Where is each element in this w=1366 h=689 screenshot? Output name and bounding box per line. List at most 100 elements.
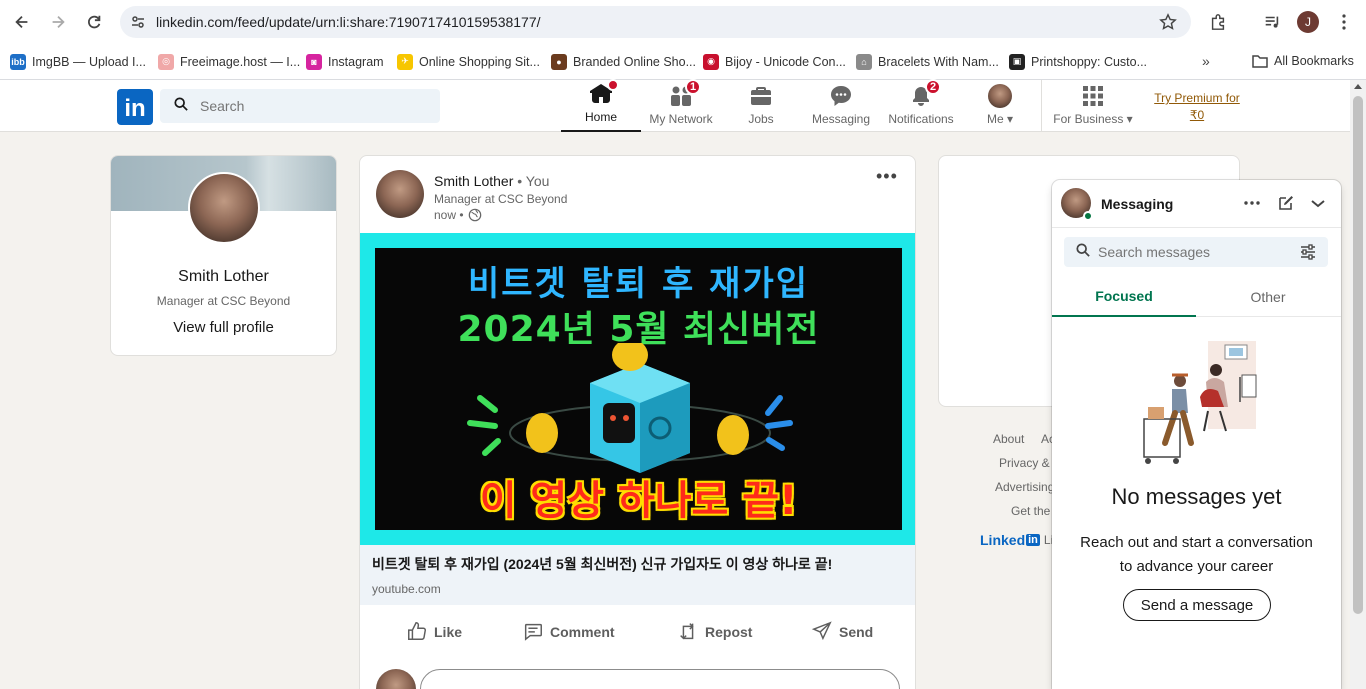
compose-message-icon[interactable]: [1277, 194, 1295, 217]
nav-my-network[interactable]: 1 My Network: [641, 79, 721, 132]
send-button[interactable]: Send: [811, 612, 873, 652]
link-preview-title[interactable]: 비트겟 탈퇴 후 재가입 (2024년 5월 최신버전) 신규 가입자도 이 영…: [372, 554, 832, 574]
site-settings-icon[interactable]: [122, 14, 154, 30]
bookmark-item[interactable]: ibb ImgBB — Upload I...: [10, 53, 146, 70]
bookmark-label: Freeimage.host — I...: [180, 54, 301, 69]
nav-for-business-label: For Business ▾: [1053, 112, 1133, 126]
bookmark-item[interactable]: ◙ Instagram: [306, 53, 384, 70]
link-preview-source: youtube.com: [372, 582, 441, 596]
folder-icon: [1252, 54, 1268, 68]
messaging-more-icon[interactable]: [1244, 194, 1260, 217]
bookmark-favicon-icon: ◉: [703, 53, 719, 70]
nav-my-network-label: My Network: [649, 112, 713, 126]
media-controls-icon[interactable]: [1258, 8, 1286, 36]
bookmark-favicon-icon: ✈: [397, 53, 413, 70]
search-icon: [174, 96, 188, 116]
comment-avatar: [376, 669, 416, 689]
tab-other[interactable]: Other: [1196, 277, 1340, 317]
profile-card: Smith Lother Manager at CSC Beyond View …: [110, 155, 337, 356]
repost-button[interactable]: Repost: [677, 612, 752, 652]
scrollbar-thumb[interactable]: [1353, 96, 1363, 614]
like-button[interactable]: Like: [406, 612, 462, 652]
bookmark-item[interactable]: ● Branded Online Sho...: [551, 53, 696, 70]
nav-notifications[interactable]: 2 Notifications: [881, 79, 961, 132]
bookmark-item[interactable]: ⌂ Bracelets With Nam...: [856, 53, 999, 70]
bookmark-label: Branded Online Sho...: [573, 54, 696, 69]
comment-button[interactable]: Comment: [522, 612, 615, 652]
bookmark-item[interactable]: ◉ Bijoy - Unicode Con...: [703, 53, 846, 70]
briefcase-icon: [749, 84, 773, 108]
page-scrollbar[interactable]: [1350, 80, 1366, 689]
profile-name[interactable]: Smith Lother: [111, 268, 336, 286]
post-author-headline: Manager at CSC Beyond: [434, 192, 568, 206]
send-a-message-button[interactable]: Send a message: [1123, 589, 1271, 621]
search-input[interactable]: [200, 98, 420, 114]
footer-get-app-link[interactable]: Get the: [1011, 499, 1050, 523]
bookmark-favicon-icon: ⌂: [856, 53, 872, 70]
messaging-search-box[interactable]: [1064, 237, 1328, 267]
reload-icon[interactable]: [76, 4, 112, 40]
footer-advertising-link[interactable]: Advertising: [995, 475, 1054, 499]
extensions-icon[interactable]: [1204, 8, 1232, 36]
footer-privacy-link[interactable]: Privacy &: [999, 451, 1050, 475]
send-icon: [811, 620, 839, 645]
thumbnail-text-line3: 이 영상 하나로 끝!: [479, 478, 798, 524]
bookmark-label: Online Shopping Sit...: [419, 54, 540, 69]
messaging-header[interactable]: Messaging: [1052, 180, 1341, 228]
bookmark-star-icon[interactable]: [1159, 13, 1177, 36]
collapse-chevron-icon[interactable]: [1309, 194, 1327, 217]
video-thumbnail[interactable]: 비트겟 탈퇴 후 재가입 2024년 5월 최신버전 이 영상 하나로 끝!: [360, 233, 915, 545]
bookmark-label: Instagram: [328, 54, 384, 69]
comment-icon: [522, 620, 550, 645]
post-actions: Like Comment Repost Send: [360, 612, 915, 652]
browser-menu-icon[interactable]: [1330, 8, 1358, 36]
linkedin-logo[interactable]: in: [117, 89, 153, 125]
bookmark-favicon-icon: ◙: [306, 53, 322, 70]
address-bar[interactable]: linkedin.com/feed/update/urn:li:share:71…: [120, 6, 1191, 38]
post-more-options-icon[interactable]: •••: [876, 166, 898, 187]
nav-home[interactable]: Home: [561, 79, 641, 132]
post-timestamp: now •: [434, 208, 482, 222]
try-premium-link[interactable]: Try Premium for ₹0: [1146, 90, 1248, 124]
me-avatar: [988, 84, 1012, 108]
forward-icon[interactable]: [40, 4, 76, 40]
search-box[interactable]: [160, 89, 440, 123]
messaging-search-input[interactable]: [1098, 244, 1288, 260]
more-bookmarks-icon[interactable]: »: [1202, 53, 1210, 69]
nav-messaging[interactable]: Messaging: [801, 80, 881, 132]
filter-icon[interactable]: [1300, 244, 1316, 265]
tab-focused[interactable]: Focused: [1052, 277, 1196, 317]
notifications-badge: 2: [925, 79, 941, 95]
view-full-profile-link[interactable]: View full profile: [111, 319, 336, 336]
all-bookmarks-button[interactable]: All Bookmarks: [1252, 54, 1354, 68]
bookmark-item[interactable]: ▣ Printshoppy: Custo...: [1009, 53, 1147, 70]
url-text[interactable]: linkedin.com/feed/update/urn:li:share:71…: [156, 14, 541, 30]
nav-divider: [1041, 80, 1042, 132]
post-card: Smith Lother • You Manager at CSC Beyond…: [359, 155, 916, 689]
bookmark-item[interactable]: ◎ Freeimage.host — I...: [158, 53, 301, 70]
post-author-avatar[interactable]: [376, 170, 424, 218]
bookmark-favicon-icon: ◎: [158, 53, 174, 70]
browser-toolbar: linkedin.com/feed/update/urn:li:share:71…: [0, 0, 1366, 44]
nav-me[interactable]: Me ▾: [961, 80, 1039, 132]
nav-for-business[interactable]: For Business ▾: [1046, 80, 1140, 132]
link-preview[interactable]: 비트겟 탈퇴 후 재가입 (2024년 5월 최신버전) 신규 가입자도 이 영…: [360, 545, 915, 605]
post-author-name[interactable]: Smith Lother • You: [434, 173, 549, 189]
back-icon[interactable]: [4, 4, 40, 40]
scroll-up-icon[interactable]: [1354, 84, 1362, 89]
nav-jobs[interactable]: Jobs: [721, 80, 801, 132]
messaging-title: Messaging: [1101, 196, 1174, 212]
network-badge: 1: [685, 79, 701, 95]
bookmark-item[interactable]: ✈ Online Shopping Sit...: [397, 53, 540, 70]
premium-line1: Try Premium for: [1154, 91, 1240, 105]
thumbnail-cube-graphic: [467, 343, 793, 473]
footer-about-link[interactable]: About: [993, 427, 1024, 451]
globe-icon: [468, 208, 482, 222]
me-chevron-icon: ▾: [1006, 112, 1014, 126]
profile-avatar-button[interactable]: J: [1294, 8, 1322, 36]
nav-notifications-label: Notifications: [888, 112, 954, 126]
online-status-dot: [1083, 211, 1093, 221]
comment-input[interactable]: [420, 669, 900, 689]
nav-me-label: Me ▾: [986, 112, 1014, 126]
profile-avatar[interactable]: [188, 172, 260, 244]
